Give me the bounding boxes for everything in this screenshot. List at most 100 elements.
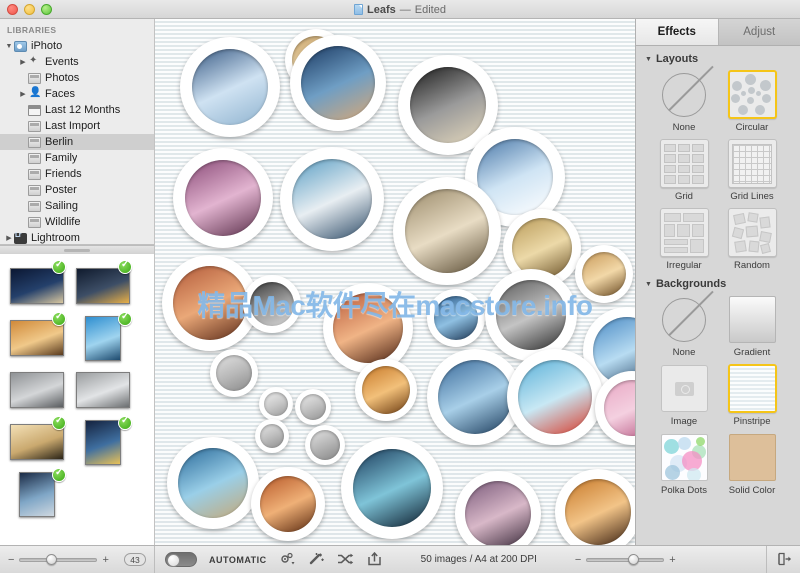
disclosure-triangle-icon[interactable] — [18, 90, 28, 98]
sidebar-item-family[interactable]: Family — [0, 150, 154, 166]
zoom-minus-label[interactable]: − — [575, 554, 581, 566]
thumbnail-item[interactable] — [74, 367, 132, 413]
photo-circle-image — [582, 252, 626, 296]
export-icon[interactable] — [775, 552, 792, 567]
checkmark-badge-icon[interactable] — [52, 415, 66, 430]
thumbnail-item[interactable] — [74, 311, 132, 361]
sidebar-item-label: iPhoto — [31, 40, 63, 52]
settings-gear-icon[interactable] — [279, 552, 296, 567]
background-option-image[interactable]: Image — [660, 364, 709, 427]
thumbnail-item[interactable] — [8, 259, 66, 309]
photo-circle[interactable] — [485, 269, 577, 361]
thumbnail-item[interactable] — [8, 367, 66, 413]
magic-wand-icon[interactable] — [308, 552, 325, 567]
background-option-none[interactable]: None — [660, 295, 709, 358]
photo-circle[interactable] — [341, 437, 443, 539]
layouts-swatches: None Circular Grid Grid Lines Irregular … — [636, 70, 800, 271]
thumbnail-item[interactable] — [74, 259, 132, 309]
sidebar-item-last-import[interactable]: Last Import — [0, 118, 154, 134]
sidebar-item-sailing[interactable]: Sailing — [0, 198, 154, 214]
checkmark-badge-icon[interactable] — [118, 259, 132, 274]
sidebar-item-last-12-months[interactable]: Last 12 Months — [0, 102, 154, 118]
checkmark-badge-icon[interactable] — [118, 415, 132, 430]
photo-circle[interactable] — [259, 387, 293, 421]
thumbnail-item[interactable] — [8, 311, 66, 361]
photo-circle[interactable] — [251, 467, 325, 541]
disclosure-triangle-icon[interactable] — [18, 58, 28, 66]
album-icon — [28, 152, 41, 164]
layout-option-random[interactable]: Random — [727, 208, 777, 271]
library-tree[interactable]: LIBRARIES iPhoto Events Photos Faces Last 12… — [0, 19, 154, 245]
thumbnail-item[interactable] — [74, 415, 132, 465]
layout-option-circular[interactable]: Circular — [727, 70, 777, 133]
thumb-size-minus-label[interactable]: − — [8, 554, 14, 566]
thumbnail-item[interactable] — [8, 415, 66, 465]
layouts-group-header[interactable]: ▼ Layouts — [636, 46, 800, 70]
layout-option-grid[interactable]: Grid — [659, 139, 709, 202]
photo-circle[interactable] — [167, 437, 259, 529]
photo-circle-image — [405, 189, 489, 273]
share-icon[interactable] — [366, 552, 383, 567]
tab-adjust[interactable]: Adjust — [717, 19, 800, 45]
close-button[interactable] — [7, 3, 18, 15]
sidebar-item-label: Wildlife — [45, 216, 81, 228]
tab-effects[interactable]: Effects — [636, 19, 718, 45]
sidebar-resize-handle[interactable] — [0, 245, 154, 254]
photo-circle[interactable] — [210, 349, 258, 397]
photo-circle[interactable] — [393, 177, 501, 285]
shuffle-icon[interactable] — [337, 552, 354, 567]
photo-circle[interactable] — [280, 147, 384, 251]
window-title-text: Leafs — [367, 3, 396, 16]
background-option-solid-color[interactable]: Solid Color — [728, 433, 777, 496]
checkmark-badge-icon[interactable] — [52, 311, 66, 326]
photo-circle[interactable] — [575, 245, 633, 303]
photo-circle[interactable] — [173, 148, 273, 248]
sidebar-item-iphoto[interactable]: iPhoto — [0, 38, 154, 54]
thumbnail-image — [19, 471, 55, 517]
thumbnail-size-slider[interactable] — [19, 554, 98, 566]
thumbnail-browser[interactable] — [0, 254, 154, 545]
thumb-size-plus-label[interactable]: + — [102, 554, 108, 566]
poster-canvas[interactable]: 精品Mac软件尽在macstore.info — [155, 19, 635, 545]
zoom-button[interactable] — [41, 3, 52, 15]
background-option-gradient[interactable]: Gradient — [728, 295, 777, 358]
sidebar-item-events[interactable]: Events — [0, 54, 154, 70]
layout-option-none[interactable]: None — [660, 70, 709, 133]
checkmark-badge-icon[interactable] — [118, 311, 132, 326]
photo-circle[interactable] — [290, 35, 386, 131]
photo-circle[interactable] — [455, 471, 541, 545]
sidebar-item-photos[interactable]: Photos — [0, 70, 154, 86]
photo-circle[interactable] — [295, 389, 331, 425]
photo-circle[interactable] — [427, 289, 485, 347]
background-option-polka-dots[interactable]: Polka Dots — [660, 433, 709, 496]
layout-option-grid-lines-label: Grid Lines — [730, 191, 774, 202]
minimize-button[interactable] — [24, 3, 35, 15]
zoom-plus-label[interactable]: + — [669, 554, 675, 566]
photo-circle[interactable] — [507, 349, 603, 445]
layout-option-irregular[interactable]: Irregular — [659, 208, 709, 271]
photo-circle[interactable] — [355, 359, 417, 421]
photo-circle-image — [216, 355, 252, 391]
photo-circle[interactable] — [305, 425, 345, 465]
photo-circle[interactable] — [243, 275, 301, 333]
checkmark-badge-icon[interactable] — [52, 467, 66, 482]
sidebar-item-poster[interactable]: Poster — [0, 182, 154, 198]
disclosure-triangle-icon[interactable] — [4, 43, 14, 50]
sidebar-item-faces[interactable]: Faces — [0, 86, 154, 102]
photo-circle[interactable] — [180, 37, 280, 137]
automatic-toggle[interactable] — [165, 552, 197, 567]
backgrounds-group-header[interactable]: ▼ Backgrounds — [636, 271, 800, 295]
sidebar-item-berlin[interactable]: Berlin — [0, 134, 154, 150]
photo-circle[interactable] — [555, 469, 635, 545]
photo-circle[interactable] — [255, 419, 289, 453]
checkmark-badge-icon[interactable] — [52, 259, 66, 274]
zoom-slider[interactable] — [586, 554, 665, 566]
disclosure-triangle-icon[interactable] — [4, 234, 14, 242]
sidebar-item-friends[interactable]: Friends — [0, 166, 154, 182]
sidebar-item-lightroom[interactable]: Lightroom — [0, 230, 154, 244]
photo-circle[interactable] — [323, 283, 413, 373]
thumbnail-item[interactable] — [8, 467, 66, 517]
background-option-pinstripe[interactable]: Pinstripe — [727, 364, 777, 427]
layout-option-grid-lines[interactable]: Grid Lines — [727, 139, 777, 202]
sidebar-item-wildlife[interactable]: Wildlife — [0, 214, 154, 230]
